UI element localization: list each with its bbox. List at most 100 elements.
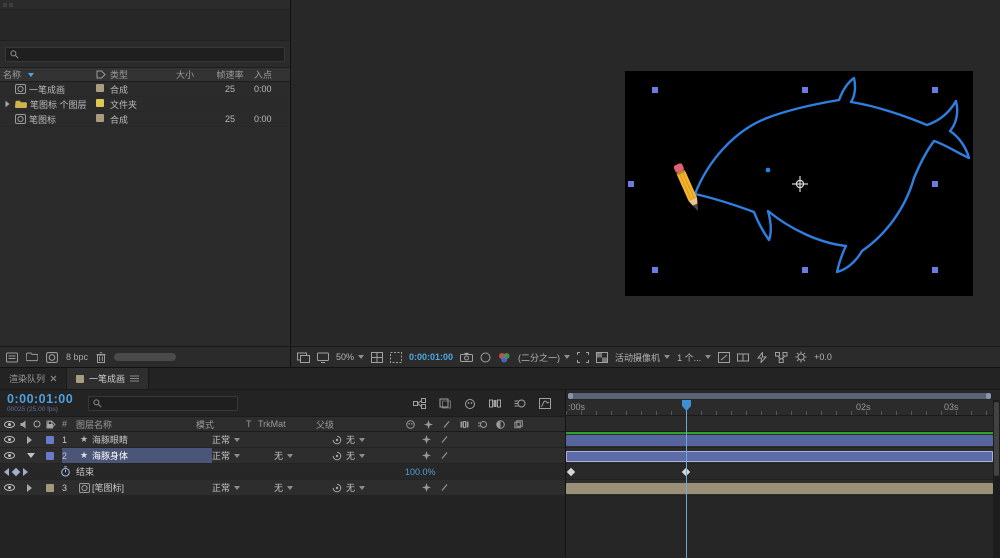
layer-name[interactable]: 海豚眼睛	[92, 432, 212, 447]
panel-menu-icon[interactable]	[130, 375, 139, 382]
column-mode[interactable]: 模式	[196, 418, 246, 431]
layer-row[interactable]: 1 ★ 海豚眼睛 正常 无	[0, 432, 565, 448]
eye-column-icon[interactable]	[4, 421, 15, 428]
current-time-display[interactable]: 0:00:01:00	[7, 393, 88, 407]
next-keyframe-icon[interactable]	[23, 468, 28, 476]
collapse-switch-icon[interactable]	[422, 435, 431, 444]
layer-label-color[interactable]	[46, 452, 54, 460]
timeline-scrollbar[interactable]	[993, 400, 1000, 558]
quality-switch-icon[interactable]	[440, 451, 449, 460]
viewer-timecode[interactable]: 0:00:01:00	[409, 352, 453, 362]
exposure-value[interactable]: +0.0	[814, 352, 832, 362]
property-value[interactable]: 100.0%	[405, 464, 436, 479]
motion-blur-switch-icon[interactable]	[478, 420, 487, 429]
project-item-row[interactable]: 笔图标 个图层 文件夹	[0, 97, 290, 112]
settings-gear-icon[interactable]	[795, 351, 807, 363]
layer-duration-bar-selected[interactable]	[566, 451, 993, 462]
column-label[interactable]	[96, 70, 110, 79]
collapse-switch-icon[interactable]	[422, 483, 431, 492]
frame-blend-switch-icon[interactable]	[460, 420, 469, 429]
expand-arrow-icon[interactable]	[6, 101, 10, 107]
timeline-track-area[interactable]: :00s 02s 03s	[565, 390, 1000, 558]
new-folder-icon[interactable]	[26, 352, 38, 362]
eye-toggle[interactable]	[4, 452, 15, 459]
parent-select[interactable]: 无	[346, 481, 365, 494]
project-item-row[interactable]: 一笔成画 合成 25 0:00	[0, 82, 290, 97]
column-layer-name[interactable]: 图层名称	[76, 418, 196, 431]
parent-select[interactable]: 无	[346, 449, 365, 462]
layer-label-color[interactable]	[46, 436, 54, 444]
view-menu-icon[interactable]	[297, 352, 310, 363]
quality-switch-icon[interactable]	[440, 435, 449, 444]
column-t[interactable]: T	[246, 419, 258, 429]
navigator-start-handle[interactable]	[568, 393, 573, 399]
collapse-arrow-icon[interactable]	[27, 453, 35, 458]
eye-toggle[interactable]	[4, 484, 15, 491]
prev-keyframe-icon[interactable]	[4, 468, 9, 476]
property-row[interactable]: 结束 100.0%	[0, 464, 565, 480]
layer-name[interactable]: 海豚身体	[92, 448, 212, 463]
pickwhip-icon[interactable]	[332, 451, 342, 461]
magnification-select[interactable]: 50%	[336, 352, 364, 362]
column-size[interactable]: 大小	[176, 68, 206, 81]
column-number[interactable]: #	[62, 419, 76, 429]
motion-blur-icon[interactable]	[514, 398, 526, 409]
label-color[interactable]	[96, 99, 104, 107]
project-scrollbar-thumb[interactable]	[114, 353, 176, 361]
interpret-footage-icon[interactable]	[6, 352, 18, 363]
show-snapshot-icon[interactable]	[480, 352, 491, 363]
quality-switch-icon[interactable]	[442, 420, 451, 429]
fast-previews-icon[interactable]	[756, 352, 768, 363]
project-search-input[interactable]	[5, 47, 285, 62]
graph-editor-icon[interactable]	[539, 398, 551, 409]
layer-duration-bar[interactable]	[566, 435, 993, 446]
expand-arrow-icon[interactable]	[27, 436, 32, 444]
project-item-row[interactable]: 笔图标 合成 25 0:00	[0, 112, 290, 127]
audio-column-icon[interactable]	[20, 420, 28, 429]
camera-select[interactable]: 活动摄像机	[615, 351, 670, 364]
column-parent[interactable]: 父级	[300, 418, 396, 431]
3d-switch-icon[interactable]	[514, 420, 523, 429]
mode-select[interactable]: 正常	[212, 433, 240, 446]
time-navigator[interactable]	[568, 393, 991, 399]
collapse-switch-icon[interactable]	[424, 420, 433, 429]
parent-select[interactable]: 无	[346, 433, 365, 446]
tab-render-queue[interactable]: 渲染队列	[0, 368, 66, 389]
goto-time-icon[interactable]	[718, 352, 730, 363]
adjustment-switch-icon[interactable]	[496, 420, 505, 429]
quality-switch-icon[interactable]	[440, 483, 449, 492]
transparency-grid-icon[interactable]	[596, 352, 608, 363]
region-of-interest-icon[interactable]	[577, 352, 589, 363]
delete-icon[interactable]	[96, 352, 106, 363]
hide-shy-icon[interactable]	[464, 398, 476, 409]
view-layout-select[interactable]: 1 个...	[677, 351, 711, 364]
new-composition-icon[interactable]	[46, 352, 58, 363]
shy-switch-icon[interactable]	[406, 420, 415, 429]
snapshot-camera-icon[interactable]	[460, 352, 473, 362]
column-type[interactable]: 类型	[110, 68, 176, 81]
stopwatch-icon[interactable]	[60, 466, 71, 477]
composition-flowchart-icon[interactable]	[775, 352, 788, 363]
property-name[interactable]: 结束	[76, 465, 94, 478]
expand-arrow-icon[interactable]	[27, 484, 32, 492]
add-keyframe-icon[interactable]	[12, 467, 20, 475]
grid-guides-icon[interactable]	[371, 352, 383, 363]
time-ruler[interactable]: :00s 02s 03s	[566, 400, 993, 416]
label-color[interactable]	[96, 84, 104, 92]
close-icon[interactable]	[50, 375, 57, 382]
pickwhip-icon[interactable]	[332, 435, 342, 445]
frame-blending-icon[interactable]	[489, 398, 501, 409]
channels-icon[interactable]	[498, 352, 511, 363]
monitor-icon[interactable]	[317, 352, 329, 363]
composition-canvas[interactable]	[625, 71, 973, 296]
scrollbar-thumb[interactable]	[994, 402, 999, 476]
pixel-aspect-icon[interactable]	[737, 352, 749, 363]
collapse-switch-icon[interactable]	[422, 451, 431, 460]
draft-3d-icon[interactable]	[439, 398, 451, 409]
trkmat-select[interactable]: 无	[274, 449, 293, 462]
composition-mini-flowchart-icon[interactable]	[413, 398, 426, 409]
project-bpc-button[interactable]: 8 bpc	[66, 352, 88, 362]
solo-column-icon[interactable]	[33, 420, 41, 428]
mode-select[interactable]: 正常	[212, 481, 240, 494]
column-trkmat[interactable]: TrkMat	[258, 419, 300, 429]
